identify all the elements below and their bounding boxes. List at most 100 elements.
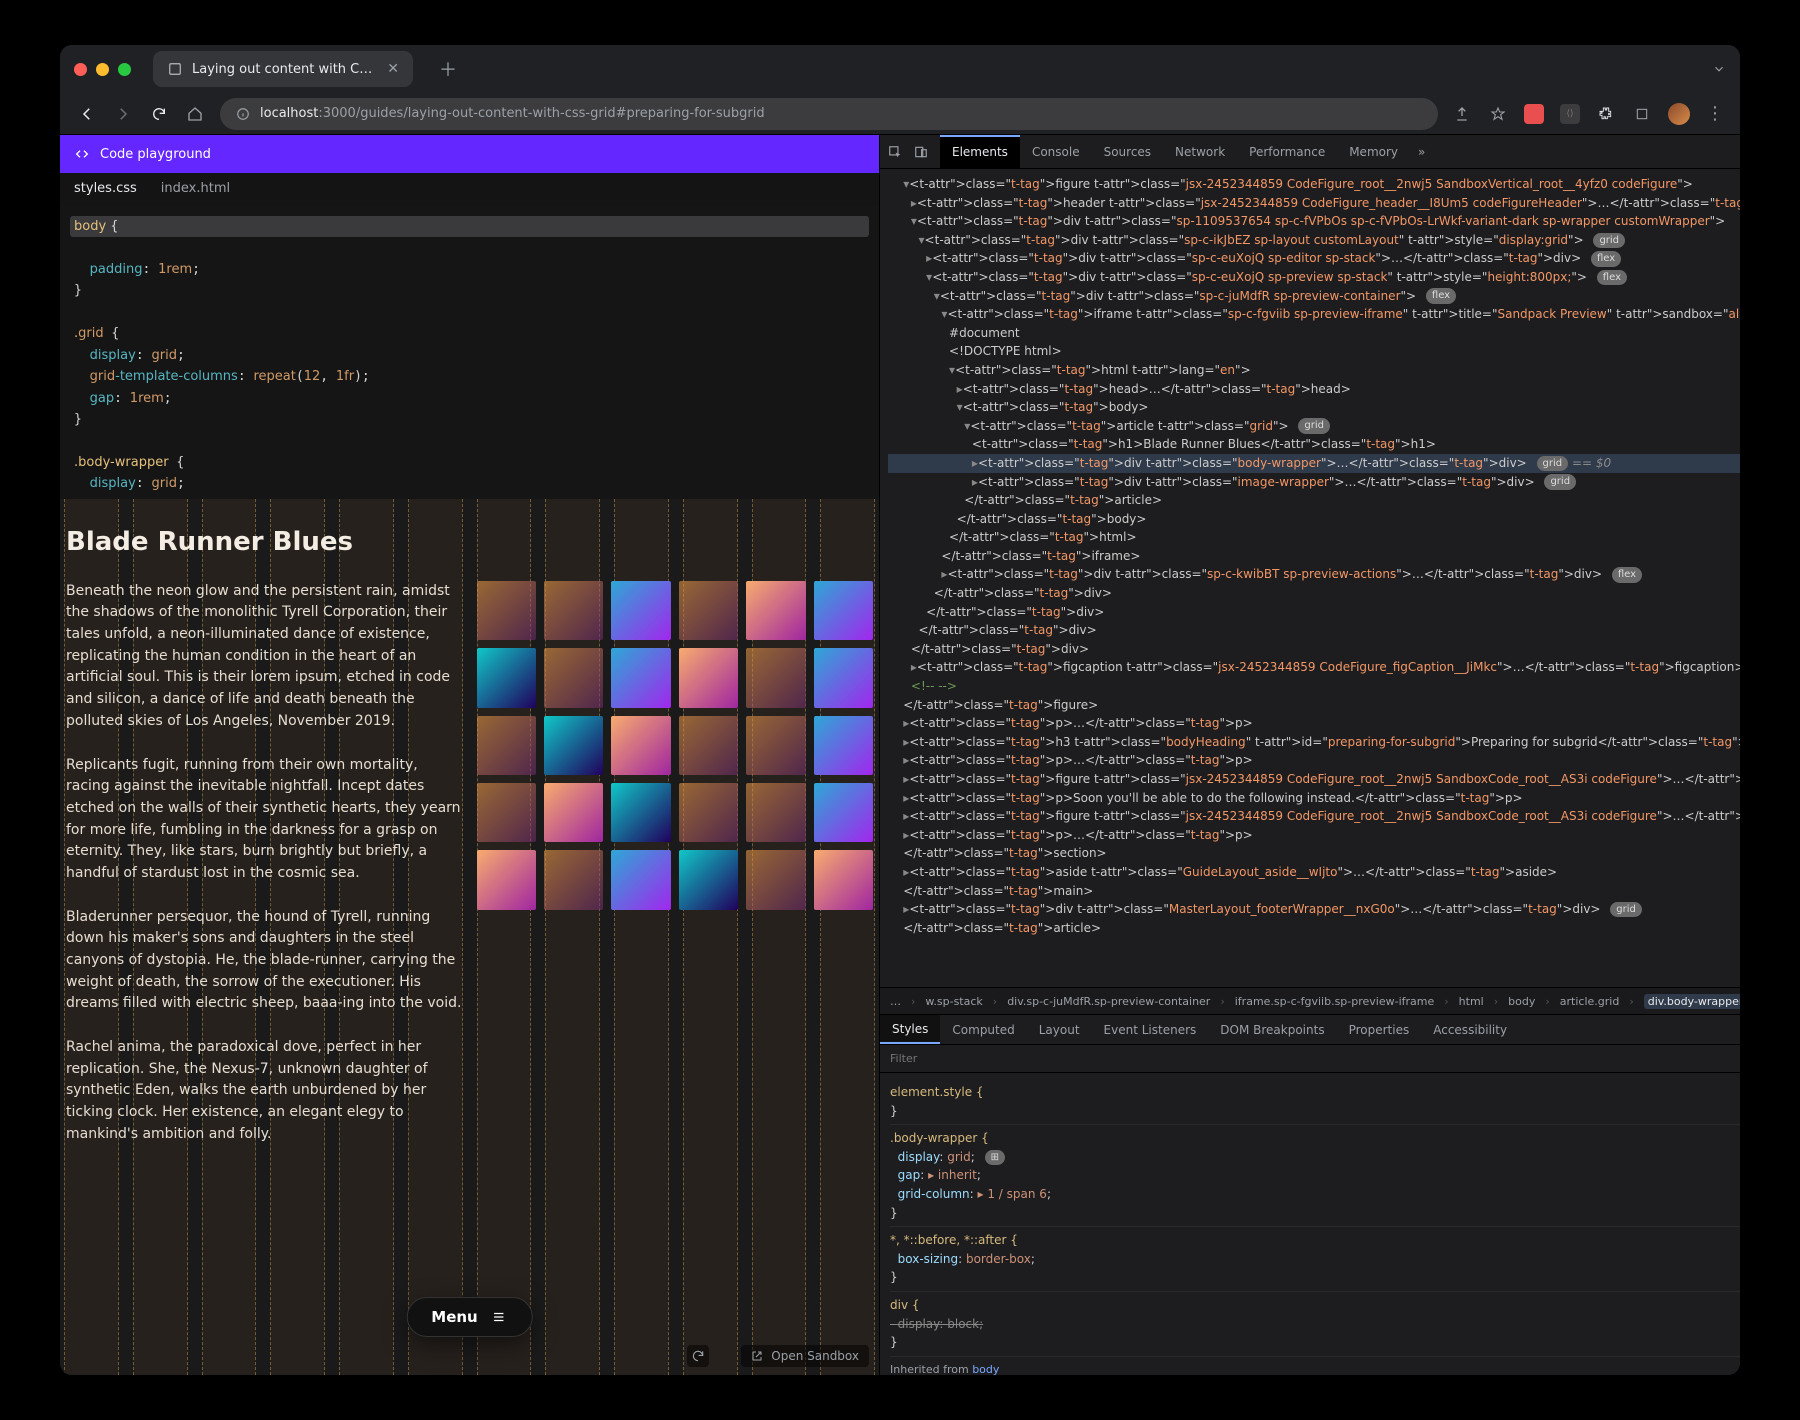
dom-node[interactable]: ▸<t-attr">class="t-tag">p>…</t-attr">cla… (888, 714, 1740, 733)
dom-node[interactable]: ▸<t-attr">class="t-tag">div t-attr">clas… (888, 454, 1740, 473)
dom-node[interactable]: </t-attr">class="t-tag">main> (888, 882, 1740, 901)
inspect-icon[interactable] (888, 145, 906, 159)
devtools-tab-sources[interactable]: Sources (1092, 135, 1163, 168)
dom-node[interactable]: ▾<t-attr">class="t-tag">article t-attr">… (888, 417, 1740, 436)
file-tab-index[interactable]: index.html (161, 181, 230, 196)
minimize-window-icon[interactable] (96, 63, 109, 76)
dom-node[interactable]: ▾<t-attr">class="t-tag">html t-attr">lan… (888, 361, 1740, 380)
close-window-icon[interactable] (74, 63, 87, 76)
dom-node[interactable]: </t-attr">class="t-tag">article> (888, 491, 1740, 510)
devtools-tab-memory[interactable]: Memory (1337, 135, 1410, 168)
dom-node[interactable]: ▸<t-attr">class="t-tag">div t-attr">clas… (888, 249, 1740, 268)
dom-node[interactable]: ▸<t-attr">class="t-tag">head>…</t-attr">… (888, 380, 1740, 399)
dom-node[interactable]: ▾<t-attr">class="t-tag">div t-attr">clas… (888, 212, 1740, 231)
dom-node[interactable]: ▾<t-attr">class="t-tag">div t-attr">clas… (888, 231, 1740, 250)
bookmark-icon[interactable] (1488, 104, 1508, 124)
styles-tab-computed[interactable]: Computed (940, 1015, 1026, 1044)
dom-node[interactable]: </t-attr">class="t-tag">figure> (888, 696, 1740, 715)
style-rule[interactable]: reset.css:3*, *::before, *::after { box-… (890, 1227, 1740, 1292)
profile-avatar[interactable] (1668, 103, 1690, 125)
style-rule[interactable]: element.style {} (890, 1079, 1740, 1125)
dom-node[interactable]: <t-attr">class="t-tag">h1>Blade Runner B… (888, 435, 1740, 454)
dom-node[interactable]: ▸<t-attr">class="t-tag">figure t-attr">c… (888, 807, 1740, 826)
close-tab-icon[interactable]: ✕ (387, 61, 399, 77)
breadcrumb-item[interactable]: article.grid (1560, 995, 1620, 1008)
dom-tree[interactable]: ▾<t-attr">class="t-tag">figure t-attr">c… (880, 169, 1740, 987)
styles-tab-dom-breakpoints[interactable]: DOM Breakpoints (1208, 1015, 1336, 1044)
new-tab-button[interactable]: ＋ (429, 56, 467, 82)
sandbox-reload-icon[interactable] (687, 1345, 709, 1367)
extension-badge-dim[interactable]: ⟨⟩ (1560, 104, 1580, 124)
dom-node[interactable]: ▾<t-attr">class="t-tag">div t-attr">clas… (888, 287, 1740, 306)
file-tab-styles[interactable]: styles.css (74, 181, 137, 196)
devtools-tab-performance[interactable]: Performance (1237, 135, 1337, 168)
dom-node[interactable]: ▾<t-attr">class="t-tag">div t-attr">clas… (888, 268, 1740, 287)
dom-node[interactable]: ▸<t-attr">class="t-tag">figcaption t-att… (888, 658, 1740, 677)
dom-node[interactable]: ▸<t-attr">class="t-tag">header t-attr">c… (888, 194, 1740, 213)
dom-node[interactable]: ▾<t-attr">class="t-tag">body> (888, 398, 1740, 417)
breadcrumb-item[interactable]: body (1508, 995, 1535, 1008)
menu-button[interactable]: Menu (406, 1297, 532, 1337)
forward-button[interactable] (112, 105, 134, 123)
style-rules[interactable]: element.style {}styles.css:11.body-wrapp… (880, 1073, 1740, 1375)
breadcrumb-item[interactable]: div.sp-c-juMdfR.sp-preview-container (1007, 995, 1210, 1008)
styles-tab-styles[interactable]: Styles (880, 1015, 940, 1044)
dom-node[interactable]: ▾<t-attr">class="t-tag">iframe t-attr">c… (888, 305, 1740, 324)
dom-node[interactable]: </t-attr">class="t-tag">body> (888, 510, 1740, 529)
extensions-icon[interactable] (1596, 104, 1616, 124)
device-mode-icon[interactable] (914, 145, 932, 159)
chrome-menu-icon[interactable]: ⋮ (1706, 103, 1724, 124)
back-button[interactable] (76, 105, 98, 123)
dom-node[interactable]: <!DOCTYPE html> (888, 342, 1740, 361)
dom-node[interactable]: ▸<t-attr">class="t-tag">aside t-attr">cl… (888, 863, 1740, 882)
dom-node[interactable]: </t-attr">class="t-tag">div> (888, 621, 1740, 640)
address-bar[interactable]: localhost:3000/guides/laying-out-content… (220, 98, 1438, 130)
dom-node[interactable]: </t-attr">class="t-tag">html> (888, 528, 1740, 547)
dom-node[interactable]: ▸<t-attr">class="t-tag">p>Soon you'll be… (888, 789, 1740, 808)
element-breadcrumb[interactable]: …›w.sp-stack›div.sp-c-juMdfR.sp-preview-… (880, 987, 1740, 1015)
breadcrumb-item[interactable]: … (890, 995, 901, 1008)
maximize-window-icon[interactable] (118, 63, 131, 76)
share-icon[interactable] (1452, 104, 1472, 124)
dom-node[interactable]: <!-- --> (888, 677, 1740, 696)
devtools-tab-console[interactable]: Console (1020, 135, 1092, 168)
breadcrumb-item[interactable]: iframe.sp-c-fgviib.sp-preview-iframe (1235, 995, 1435, 1008)
breadcrumb-item[interactable]: w.sp-stack (925, 995, 982, 1008)
dom-node[interactable]: </t-attr">class="t-tag">iframe> (888, 547, 1740, 566)
styles-tab-accessibility[interactable]: Accessibility (1421, 1015, 1519, 1044)
browser-tab[interactable]: Laying out content with CSS G ✕ (153, 51, 413, 87)
dom-node[interactable]: </t-attr">class="t-tag">article> (888, 919, 1740, 938)
styles-tab-properties[interactable]: Properties (1337, 1015, 1422, 1044)
dom-node[interactable]: #document (888, 324, 1740, 343)
extension-badge-red[interactable] (1524, 104, 1544, 124)
dom-node[interactable]: ▸<t-attr">class="t-tag">p>…</t-attr">cla… (888, 751, 1740, 770)
reload-button[interactable] (148, 106, 170, 122)
styles-filter-input[interactable] (880, 1052, 1740, 1065)
breadcrumb-item[interactable]: div.body-wrapper (1644, 994, 1740, 1009)
dom-node[interactable]: ▸<t-attr">class="t-tag">figure t-attr">c… (888, 770, 1740, 789)
site-info-icon[interactable] (236, 107, 250, 121)
dom-node[interactable]: </t-attr">class="t-tag">div> (888, 603, 1740, 622)
dom-node[interactable]: ▸<t-attr">class="t-tag">div t-attr">clas… (888, 473, 1740, 492)
open-sandbox-link[interactable]: Open Sandbox (741, 1345, 869, 1367)
dom-node[interactable]: </t-attr">class="t-tag">section> (888, 844, 1740, 863)
devtools-tab-network[interactable]: Network (1163, 135, 1237, 168)
dom-node[interactable]: ▾<t-attr">class="t-tag">figure t-attr">c… (888, 175, 1740, 194)
tabs-overflow-icon[interactable] (1712, 62, 1726, 76)
labs-icon[interactable] (1632, 104, 1652, 124)
dom-node[interactable]: ▸<t-attr">class="t-tag">p>…</t-attr">cla… (888, 826, 1740, 845)
dom-node[interactable]: </t-attr">class="t-tag">div> (888, 640, 1740, 659)
devtools-tab-elements[interactable]: Elements (940, 135, 1020, 168)
styles-tab-event-listeners[interactable]: Event Listeners (1092, 1015, 1209, 1044)
styles-tab-layout[interactable]: Layout (1027, 1015, 1092, 1044)
dom-node[interactable]: ▸<t-attr">class="t-tag">div t-attr">clas… (888, 565, 1740, 584)
style-rule[interactable]: user agent stylesheetdiv { display: bloc… (890, 1292, 1740, 1357)
more-tabs-icon[interactable]: » (1410, 145, 1433, 159)
code-editor[interactable]: body { padding: 1rem; } .grid { display:… (60, 206, 879, 499)
dom-node[interactable]: ▸<t-attr">class="t-tag">div t-attr">clas… (888, 900, 1740, 919)
style-rule[interactable]: styles.css:11.body-wrapper { display: gr… (890, 1125, 1740, 1227)
breadcrumb-item[interactable]: html (1459, 995, 1484, 1008)
dom-node[interactable]: ▸<t-attr">class="t-tag">h3 t-attr">class… (888, 733, 1740, 752)
home-button[interactable] (184, 106, 206, 122)
dom-node[interactable]: </t-attr">class="t-tag">div> (888, 584, 1740, 603)
